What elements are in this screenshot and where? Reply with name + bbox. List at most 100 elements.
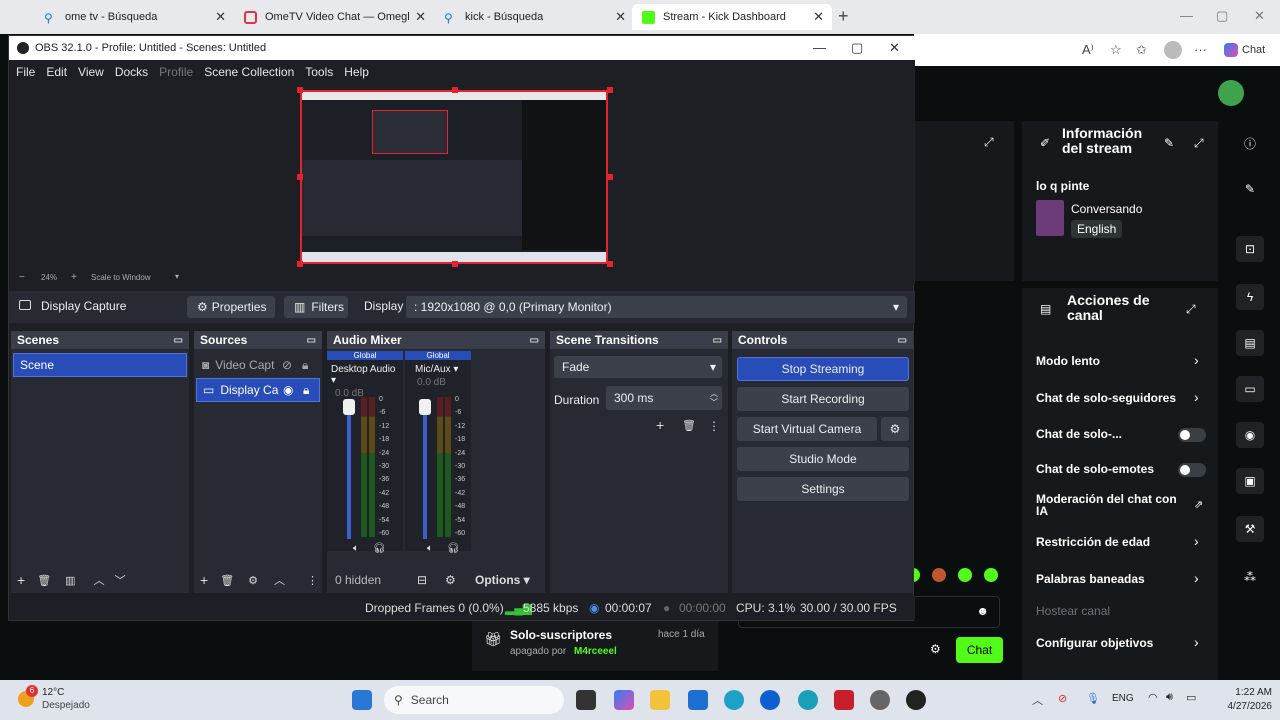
obs-taskbar-icon[interactable] <box>906 690 926 710</box>
action-slow-mode[interactable]: Modo lento <box>1036 354 1100 368</box>
wrench-icon[interactable]: ⚒ <box>1236 516 1264 542</box>
broadcast-icon[interactable]: ◉ <box>1236 422 1264 448</box>
close-tab-icon[interactable]: ✕ <box>615 9 626 25</box>
display-select[interactable]: : 1920x1080 @ 0,0 (Primary Monitor) ▾ <box>406 296 907 318</box>
trash-icon[interactable]: 🗑︎ <box>682 419 696 432</box>
zoom-out-button[interactable]: − <box>19 272 25 283</box>
layout-icon[interactable]: ⊟ <box>417 573 427 587</box>
start-virtual-camera-button[interactable]: Start Virtual Camera <box>737 417 877 441</box>
tray-app-icon[interactable]: ⊘ <box>1058 692 1067 705</box>
volume-icon[interactable]: 🔊︎ <box>1166 691 1173 704</box>
virtual-camera-settings-button[interactable]: ⚙ <box>881 417 909 441</box>
send-chat-button[interactable]: Chat <box>956 637 1003 663</box>
action-ai-moderation[interactable]: Moderación del chat con IA <box>1036 493 1177 517</box>
close-tab-icon[interactable]: ✕ <box>813 9 824 25</box>
popout-icon[interactable]: ⤢ <box>1186 302 1196 317</box>
trash-icon[interactable]: 🗑︎ <box>220 574 234 587</box>
duration-input[interactable]: 300 ms ︿ ﹀ <box>606 386 722 410</box>
info-icon[interactable]: ⓘ <box>1236 130 1264 156</box>
store-icon[interactable] <box>688 690 708 710</box>
favorites-icon[interactable]: ✩ <box>1136 42 1147 58</box>
chevron-right-icon[interactable]: › <box>1194 570 1199 586</box>
undock-icon[interactable]: ▭ <box>307 335 316 346</box>
fader-handle[interactable] <box>343 399 355 415</box>
emoji-icon[interactable]: ☻ <box>976 604 989 618</box>
chat-settings-icon[interactable]: ⚙ <box>930 642 941 656</box>
zoom-in-button[interactable]: + <box>71 272 77 283</box>
resize-handle[interactable] <box>607 261 613 267</box>
camera-icon[interactable]: ⊡ <box>1236 236 1264 262</box>
notes-icon[interactable]: ▤ <box>1236 330 1264 356</box>
close-icon[interactable]: ✕ <box>889 40 900 56</box>
edit-icon[interactable]: ✎ <box>1164 136 1174 150</box>
hp-icon[interactable] <box>760 690 780 710</box>
menu-tools[interactable]: Tools <box>305 65 333 79</box>
browser-tab-kick-search[interactable]: ⚲ kick - Búsqueda ✕ <box>434 4 634 30</box>
window-icon[interactable]: ▣ <box>1236 468 1264 494</box>
battery-icon[interactable]: ▭ <box>1186 691 1196 704</box>
taskbar-search[interactable]: ⚲ Search <box>384 686 564 714</box>
wifi-icon[interactable]: ◠ <box>1148 691 1158 704</box>
menu-docks[interactable]: Docks <box>115 65 148 79</box>
undock-icon[interactable]: ▭ <box>530 335 539 346</box>
resize-handle[interactable] <box>452 261 458 267</box>
chevron-right-icon[interactable]: › <box>1194 352 1199 368</box>
kick-avatar[interactable] <box>1218 80 1244 106</box>
emote-icon[interactable] <box>958 568 972 582</box>
speaker-icon[interactable]: 🔈︎ <box>427 543 433 554</box>
mcafee-icon[interactable] <box>834 690 854 710</box>
minimize-icon[interactable]: — <box>1180 8 1193 23</box>
hidden-count[interactable]: 0 hidden <box>335 573 381 587</box>
filter-icon[interactable]: ▥ <box>65 574 75 587</box>
chevron-right-icon[interactable]: › <box>1194 634 1199 650</box>
copilot-chat-button[interactable]: Chat <box>1224 40 1265 60</box>
menu-scene-collection[interactable]: Scene Collection <box>204 65 294 79</box>
settings-button[interactable]: Settings <box>737 477 909 501</box>
add-icon[interactable]: + <box>200 572 208 588</box>
weather-widget[interactable]: 6 12°C Despejado <box>18 685 128 715</box>
emote-icon[interactable] <box>984 568 998 582</box>
external-link-icon[interactable]: ⇗ <box>1194 498 1203 511</box>
undock-icon[interactable]: ▭ <box>898 335 907 346</box>
close-icon[interactable]: ✕ <box>1254 8 1265 24</box>
apps-icon[interactable]: ⁂ <box>1236 564 1264 590</box>
clock[interactable]: 1:22 AM 4/27/2026 <box>1216 686 1273 714</box>
more-options-icon[interactable]: ··· <box>1194 42 1207 57</box>
resize-handle[interactable] <box>607 87 613 93</box>
chevron-right-icon[interactable]: › <box>1194 389 1199 405</box>
chat-bubble-icon[interactable]: ▭ <box>1236 376 1264 402</box>
add-icon[interactable]: + <box>17 572 25 588</box>
headphones-icon[interactable]: 🎧︎ <box>447 543 460 554</box>
menu-file[interactable]: File <box>16 65 35 79</box>
speaker-icon[interactable]: 🔈︎ <box>353 543 359 554</box>
edit-icon[interactable]: ✎ <box>1236 176 1264 202</box>
add-icon[interactable]: + <box>656 417 664 433</box>
menu-edit[interactable]: Edit <box>46 65 67 79</box>
action-banned-words[interactable]: Palabras baneadas <box>1036 572 1145 586</box>
advanced-audio-icon[interactable]: ⚙ <box>445 573 456 587</box>
transition-select[interactable]: Fade ▾ <box>554 356 722 378</box>
file-explorer-icon[interactable] <box>650 690 670 710</box>
chevron-right-icon[interactable]: › <box>1194 533 1199 549</box>
close-tab-icon[interactable]: ✕ <box>415 9 426 25</box>
stepper-icon[interactable]: ︿ ﹀ <box>710 389 718 407</box>
volume-fader[interactable] <box>347 403 351 539</box>
preview-area[interactable] <box>9 84 915 271</box>
read-aloud-icon[interactable]: A⁾ <box>1082 42 1094 58</box>
undock-icon[interactable]: ▭ <box>174 335 183 346</box>
browser-tab-ometv[interactable]: OmeTV Video Chat — Omegl ✕ <box>234 4 434 30</box>
lightning-icon[interactable]: ϟ <box>1236 284 1264 310</box>
favorite-star-icon[interactable]: ☆ <box>1110 42 1122 58</box>
action-age-restriction[interactable]: Restricción de edad <box>1036 535 1150 549</box>
more-icon[interactable]: ⋮ <box>307 574 318 587</box>
app-icon[interactable] <box>798 690 818 710</box>
emotes-only-toggle[interactable] <box>1178 463 1206 477</box>
lock-icon[interactable]: 🔒︎ <box>303 383 309 398</box>
menu-view[interactable]: View <box>78 65 104 79</box>
action-followers-only[interactable]: Chat de solo-seguidores <box>1036 391 1176 405</box>
lock-icon[interactable]: 🔒︎ <box>302 358 308 373</box>
source-item-display-capture[interactable]: ▭ Display Ca ◉ 🔒︎ <box>196 378 320 402</box>
move-up-icon[interactable]: ︿ <box>94 572 105 588</box>
popout-icon[interactable]: ⤢ <box>1194 136 1204 151</box>
microphone-icon[interactable]: 🎙︎ <box>1086 692 1100 705</box>
